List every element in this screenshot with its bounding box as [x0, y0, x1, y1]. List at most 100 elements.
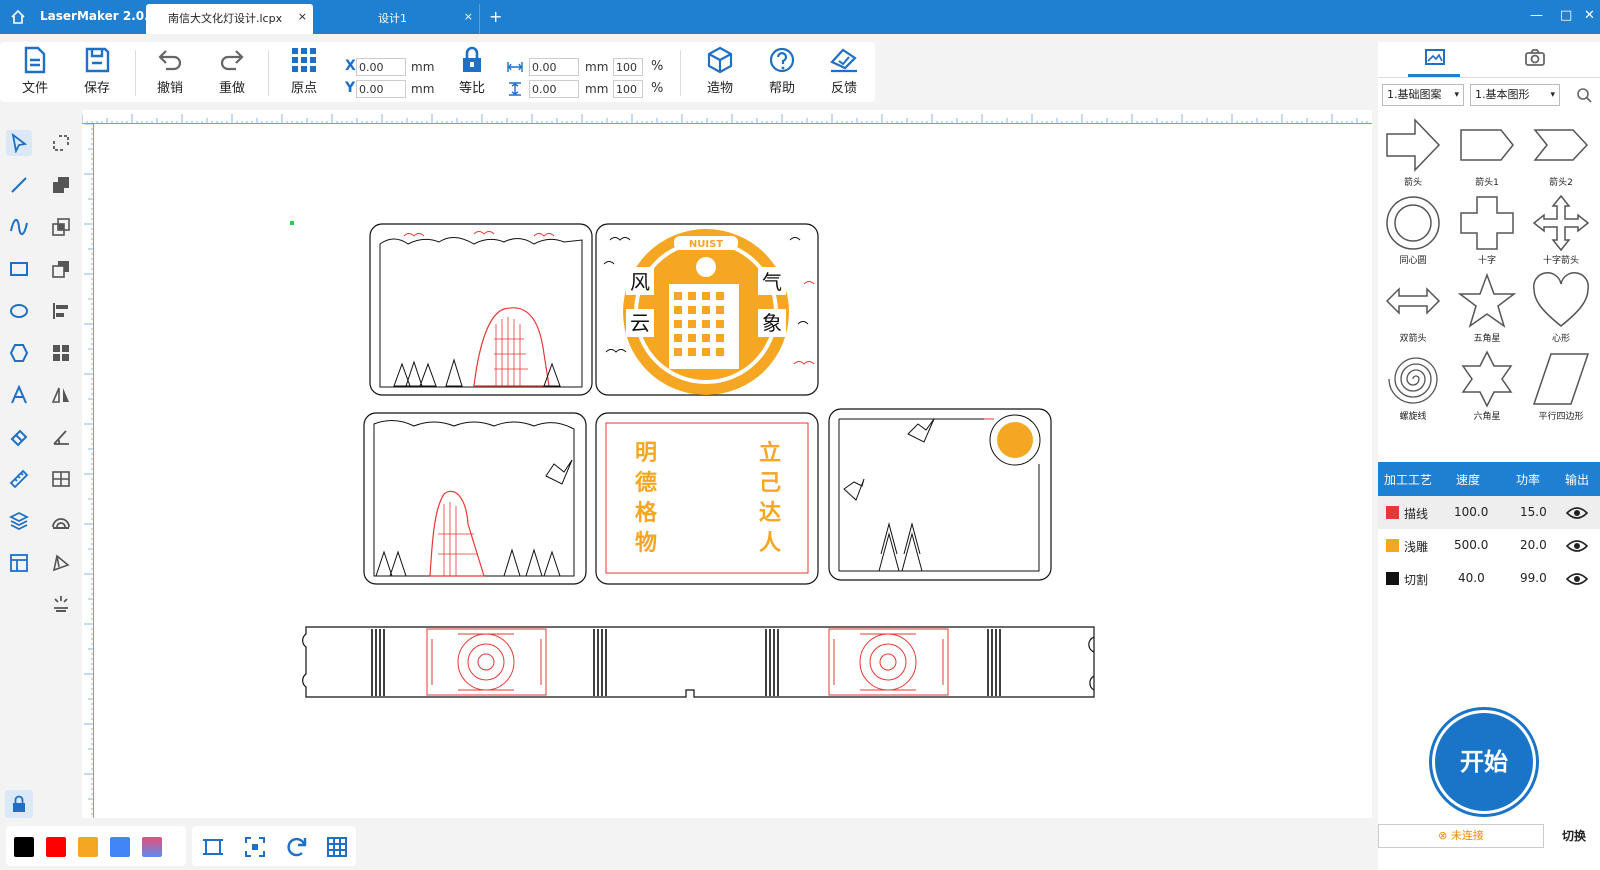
lamp-panel-1[interactable]: [369, 223, 593, 396]
connection-status[interactable]: ⊗ 未连接: [1378, 824, 1544, 848]
panel-char: 明: [635, 441, 657, 466]
node-edit-tool[interactable]: [48, 130, 74, 156]
category-select[interactable]: 1.基础图案 ▾: [1382, 84, 1464, 106]
polygon-tool[interactable]: [6, 340, 32, 366]
camera-icon[interactable]: [1524, 48, 1546, 68]
color-swatch-orange[interactable]: [78, 837, 98, 857]
align-tool[interactable]: [48, 298, 74, 324]
eye-icon[interactable]: [1566, 506, 1588, 520]
lamp-panel-3[interactable]: [363, 412, 587, 585]
intersect-tool[interactable]: [48, 214, 74, 240]
start-button[interactable]: 开始: [1432, 710, 1536, 814]
close-icon[interactable]: ×: [298, 2, 307, 32]
shape-heart[interactable]: 心形: [1526, 272, 1596, 344]
height-percent-input[interactable]: [613, 80, 643, 98]
image-icon[interactable]: [1424, 48, 1446, 68]
ruler-ticks: [84, 123, 94, 815]
layout-tool[interactable]: [6, 550, 32, 576]
curve-tool[interactable]: [6, 214, 32, 240]
feedback-button[interactable]: 反馈: [819, 46, 869, 96]
color-swatch-gradient[interactable]: [142, 837, 162, 857]
help-button[interactable]: 帮助: [757, 46, 807, 96]
width-percent-input[interactable]: [613, 58, 643, 76]
color-swatch-blue[interactable]: [110, 837, 130, 857]
x-input[interactable]: [356, 58, 406, 76]
undo-icon: [158, 50, 182, 71]
rectangle-tool[interactable]: [6, 256, 32, 282]
split-icon: [52, 471, 70, 487]
height-input[interactable]: [529, 80, 579, 98]
lamp-panel-2[interactable]: NUIST 风 气 云 象: [595, 223, 819, 396]
new-tab-button[interactable]: +: [489, 7, 502, 26]
path-tool[interactable]: [48, 550, 74, 576]
switch-button[interactable]: 切换: [1548, 824, 1600, 848]
tab-label: 南信大文化灯设计.lcpx: [168, 12, 283, 25]
lamp-panel-4[interactable]: 明 德 格 物 立 己 达 人: [595, 412, 819, 585]
save-button[interactable]: 保存: [72, 46, 122, 96]
line-icon: [11, 177, 27, 193]
shape-cross[interactable]: 十字: [1452, 194, 1522, 266]
split-tool[interactable]: [48, 466, 74, 492]
shape-arrow1[interactable]: 箭头1: [1452, 116, 1522, 188]
zoom-fit-icon[interactable]: [244, 836, 266, 858]
maximize-icon[interactable]: □: [1560, 8, 1572, 23]
array-tool[interactable]: [48, 340, 74, 366]
proportional-lock-button[interactable]: 等比: [447, 46, 497, 96]
color-swatch-red[interactable]: [46, 837, 66, 857]
ruler-icon: [9, 469, 29, 489]
eye-icon[interactable]: [1566, 572, 1588, 586]
shape-concentric[interactable]: 同心圆: [1378, 194, 1448, 266]
scan-tool[interactable]: [48, 590, 74, 616]
subtract-tool[interactable]: [48, 256, 74, 282]
subtract-icon: [52, 261, 69, 278]
arrow-shape-icon: [1386, 118, 1441, 172]
fit-frame-icon[interactable]: [202, 836, 224, 858]
lock-canvas-button[interactable]: [5, 790, 33, 818]
width-input[interactable]: [529, 58, 579, 76]
shape-arrow[interactable]: 箭头: [1378, 116, 1448, 188]
ellipse-tool[interactable]: [6, 298, 32, 324]
layer-row[interactable]: 浅雕 500.0 20.0: [1378, 529, 1600, 562]
chevron-shape-icon: [1533, 129, 1589, 161]
minimize-icon[interactable]: —: [1530, 8, 1543, 23]
layer-row[interactable]: 切割 40.0 99.0: [1378, 562, 1600, 595]
color-swatch-black[interactable]: [14, 837, 34, 857]
eye-icon[interactable]: [1566, 539, 1588, 553]
close-icon[interactable]: ×: [464, 2, 473, 32]
select-tool[interactable]: [6, 130, 32, 156]
redo-button[interactable]: 重做: [207, 46, 257, 96]
layers-tool[interactable]: [6, 508, 32, 534]
line-tool[interactable]: [6, 172, 32, 198]
y-input[interactable]: [356, 80, 406, 98]
grid-toggle-icon[interactable]: [326, 836, 348, 858]
file-button[interactable]: 文件: [10, 46, 60, 96]
search-icon[interactable]: [1576, 87, 1592, 103]
origin-button[interactable]: 原点: [279, 46, 329, 96]
lamp-panel-5[interactable]: [828, 408, 1052, 581]
shape-hexagram[interactable]: 六角星: [1452, 350, 1522, 422]
shape-double-arrow[interactable]: 双箭头: [1378, 272, 1448, 344]
home-icon[interactable]: [10, 9, 26, 25]
close-window-icon[interactable]: ✕: [1584, 8, 1595, 23]
text-tool[interactable]: [6, 382, 32, 408]
union-tool[interactable]: [48, 172, 74, 198]
refresh-icon[interactable]: [286, 836, 308, 858]
shape-cross-arrow[interactable]: 十字箭头: [1526, 194, 1596, 266]
measure-angle-tool[interactable]: [48, 424, 74, 450]
tab-document[interactable]: 南信大文化灯设计.lcpx ×: [146, 4, 313, 34]
design-canvas[interactable]: NUIST 风 气 云 象 明 德 格 物 立 己 达 人: [94, 124, 1372, 818]
shape-parallelogram[interactable]: 平行四边形: [1526, 350, 1596, 422]
ruler-tool[interactable]: [6, 466, 32, 492]
undo-button[interactable]: 撤销: [145, 46, 195, 96]
shape-arrow2[interactable]: 箭头2: [1526, 116, 1596, 188]
shape-spiral[interactable]: 螺旋线: [1378, 350, 1448, 422]
create-button[interactable]: 造物: [695, 46, 745, 96]
eraser-tool[interactable]: [6, 424, 32, 450]
subcategory-select[interactable]: 1.基本图形 ▾: [1470, 84, 1560, 106]
mirror-tool[interactable]: [48, 382, 74, 408]
tab-design1[interactable]: 设计1 ×: [314, 4, 480, 34]
shape-star[interactable]: 五角星: [1452, 272, 1522, 344]
layer-row[interactable]: 描线 100.0 15.0: [1378, 496, 1600, 529]
lamp-base-strip[interactable]: [302, 626, 1095, 698]
offset-tool[interactable]: [48, 508, 74, 534]
